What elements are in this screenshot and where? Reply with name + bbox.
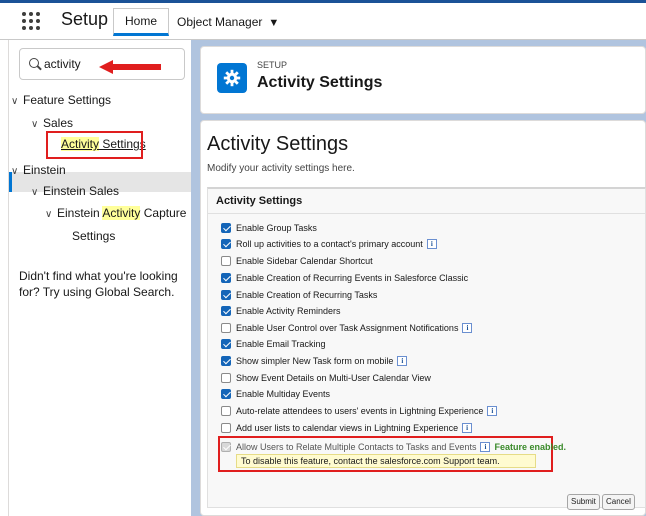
feature-enabled-status: Feature enabled. [494, 442, 566, 452]
global-header: Setup Home Object Manager ▼ [0, 0, 646, 40]
checkbox[interactable] [221, 389, 231, 399]
checkbox-disabled [221, 442, 231, 452]
info-icon[interactable]: i [397, 356, 408, 366]
tab-home[interactable]: Home [113, 8, 169, 36]
info-icon[interactable]: i [426, 239, 437, 249]
checkbox[interactable] [221, 406, 231, 416]
info-icon[interactable]: i [480, 442, 491, 452]
chevron-down-icon[interactable]: ∨ [45, 209, 57, 220]
content-title: Activity Settings [207, 133, 349, 155]
option-row: Enable Creation of Recurring Tasks [221, 290, 377, 300]
app-launcher-icon[interactable] [22, 12, 40, 30]
cancel-button[interactable]: Cancel [602, 494, 635, 510]
option-row: Show simpler New Task form on mobile i [221, 356, 408, 366]
checkbox[interactable] [221, 223, 231, 233]
search-icon [29, 58, 39, 68]
chevron-down-icon[interactable]: ∨ [31, 119, 43, 130]
page-header-card: SETUP Activity Settings [200, 46, 646, 114]
option-row: Auto-relate attendees to users' events i… [221, 406, 498, 416]
checkbox[interactable] [221, 423, 231, 433]
panel-divider [207, 213, 646, 214]
tree-einstein[interactable]: ∨ Einstein [11, 163, 66, 177]
header-accent-strip [0, 0, 646, 3]
checkbox[interactable] [221, 239, 231, 249]
checkbox[interactable] [221, 356, 231, 366]
gear-icon [217, 63, 247, 93]
checkbox[interactable] [221, 306, 231, 316]
option-row: Enable Sidebar Calendar Shortcut [221, 256, 373, 266]
checkbox[interactable] [221, 256, 231, 266]
option-row: Enable Email Tracking [221, 339, 326, 349]
option-row: Enable Group Tasks [221, 223, 317, 233]
chevron-down-icon[interactable]: ∨ [31, 187, 43, 198]
checkbox[interactable] [221, 290, 231, 300]
chevron-down-icon[interactable]: ▼ [268, 9, 279, 37]
info-icon[interactable]: i [462, 323, 473, 333]
page-title: Activity Settings [257, 74, 383, 91]
submit-button[interactable]: Submit [567, 494, 600, 510]
header-eyebrow: SETUP [257, 60, 288, 70]
app-name: Setup [61, 9, 109, 29]
panel-title: Activity Settings [216, 195, 303, 207]
checkbox[interactable] [221, 323, 231, 333]
search-match-highlight: Activity [102, 206, 141, 220]
disable-feature-note: To disable this feature, contact the sal… [236, 454, 536, 468]
red-box-annotation [46, 131, 143, 159]
tab-object-manager-label: Object Manager [177, 15, 263, 29]
content-subtitle: Modify your activity settings here. [207, 163, 355, 174]
tree-einstein-sales[interactable]: ∨ Einstein Sales [31, 184, 119, 198]
tree-einstein-activity-capture[interactable]: ∨ Einstein Activity Capture [45, 206, 186, 220]
option-row: Enable Creation of Recurring Events in S… [221, 273, 468, 283]
option-row: Add user lists to calendar views in Ligh… [221, 423, 473, 433]
chevron-down-icon[interactable]: ∨ [11, 96, 23, 107]
checkbox[interactable] [221, 273, 231, 283]
setup-sidebar: ∨Feature Settings ∨Sales Activity Settin… [8, 40, 192, 516]
no-results-help-text: Didn't find what you're looking for? Try… [19, 269, 178, 299]
tab-object-manager[interactable]: Object Manager ▼ [177, 8, 279, 36]
tree-eac-settings[interactable]: Settings [72, 229, 115, 243]
option-row: Enable Multiday Events [221, 389, 330, 399]
red-arrow-annotation [99, 60, 161, 74]
option-row: Roll up activities to a contact's primar… [221, 239, 437, 249]
checkbox[interactable] [221, 373, 231, 383]
info-icon[interactable]: i [487, 406, 498, 416]
tree-feature-settings[interactable]: ∨ Feature Settings [11, 93, 111, 107]
option-row: Enable Activity Reminders [221, 306, 341, 316]
option-row: Show Event Details on Multi-User Calenda… [221, 373, 431, 383]
checkbox[interactable] [221, 339, 231, 349]
tree-sales[interactable]: ∨ Sales [31, 116, 73, 130]
info-icon[interactable]: i [462, 423, 473, 433]
chevron-down-icon[interactable]: ∨ [11, 166, 23, 177]
option-row-multi-contacts: Allow Users to Relate Multiple Contacts … [221, 442, 566, 452]
option-row: Enable User Control over Task Assignment… [221, 323, 473, 333]
